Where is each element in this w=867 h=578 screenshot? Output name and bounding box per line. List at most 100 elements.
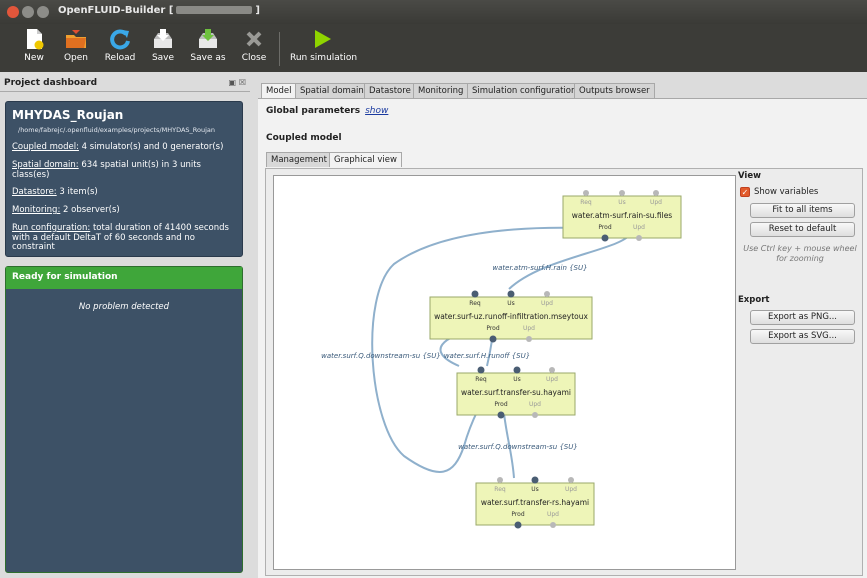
toolbar-separator <box>279 32 280 66</box>
dashboard-title: Project dashboard <box>4 78 98 88</box>
port-upd: Upd <box>529 401 541 408</box>
save-button[interactable]: Save <box>143 28 183 70</box>
window-maximize-button[interactable] <box>37 6 49 18</box>
save-label: Save <box>151 53 175 63</box>
reload-icon <box>110 29 130 50</box>
port-req: Req <box>469 300 481 307</box>
port-req: Req <box>580 199 592 206</box>
port-prod: Prod <box>494 401 508 408</box>
close-icon <box>246 31 262 47</box>
edge-label: water.surf.Q.downstream-su {SU} <box>458 443 578 451</box>
tab-monitoring[interactable]: Monitoring <box>413 83 469 98</box>
ready-status-header: Ready for simulation <box>6 267 242 289</box>
global-parameters: Global parameters show <box>266 106 388 116</box>
tab-simulation-configuration[interactable]: Simulation configuration <box>467 83 582 98</box>
export-svg-button[interactable]: Export as SVG... <box>750 329 855 344</box>
dock-controls[interactable]: ▣ ☒ <box>228 78 246 87</box>
run-simulation-label: Run simulation <box>290 53 358 63</box>
window-titlebar: OpenFLUID-Builder [] <box>0 0 867 24</box>
show-variables-checkbox[interactable]: ✓ Show variables <box>740 187 862 197</box>
datastore-value: 3 item(s) <box>56 187 98 198</box>
redacted-project-name <box>176 6 253 14</box>
save-as-icon <box>199 29 217 48</box>
port-upd: Upd <box>565 486 577 493</box>
port-upd: Upd <box>523 325 535 332</box>
save-icon <box>154 29 172 48</box>
graph-node[interactable]: Req Us Upd water.surf.transfer-rs.hayami… <box>475 476 595 529</box>
close-button[interactable]: Close <box>234 28 274 70</box>
tab-spatial-domain[interactable]: Spatial domain <box>295 83 369 98</box>
window-title: OpenFLUID-Builder [] <box>58 5 260 16</box>
new-file-icon <box>27 29 44 50</box>
port-upd: Upd <box>546 376 558 383</box>
tab-datastore[interactable]: Datastore <box>364 83 416 98</box>
global-parameters-label: Global parameters <box>266 106 361 116</box>
window-close-button[interactable] <box>7 6 19 18</box>
no-problem-message: No problem detected <box>78 302 170 312</box>
project-name: MHYDAS_Roujan <box>12 108 124 122</box>
monitoring-link[interactable]: Monitoring: <box>12 205 60 215</box>
reload-label: Reload <box>104 53 136 63</box>
port-upd: Upd <box>547 511 559 518</box>
run-configuration-link[interactable]: Run configuration: <box>12 223 90 233</box>
port-us: Us <box>618 199 626 206</box>
reset-to-default-button[interactable]: Reset to default <box>750 222 855 237</box>
spatial-domain-link[interactable]: Spatial domain: <box>12 160 79 170</box>
zoom-hint: Use Ctrl key + mouse wheel for zooming <box>743 244 857 263</box>
node-name: water.atm-surf.rain-su.files <box>572 211 673 220</box>
open-button[interactable]: Open <box>56 28 96 70</box>
graphical-view-frame: Req Us Upd water.atm-surf.rain-su.files … <box>265 168 863 576</box>
main-toolbar: New Open Reload Save Save as Close Run s… <box>0 24 867 72</box>
graph-node[interactable]: Req Us Upd water.surf.transfer-su.hayami… <box>456 366 576 419</box>
export-png-button[interactable]: Export as PNG... <box>750 310 855 325</box>
project-dashboard: Project dashboard ▣ ☒ MHYDAS_Roujan /hom… <box>0 76 250 578</box>
node-name: water.surf.transfer-rs.hayami <box>481 498 589 507</box>
tab-management[interactable]: Management <box>266 152 332 167</box>
tab-outputs-browser[interactable]: Outputs browser <box>574 83 655 98</box>
export-heading: Export <box>738 295 770 305</box>
port-prod: Prod <box>598 224 612 231</box>
fit-to-all-items-button[interactable]: Fit to all items <box>750 203 855 218</box>
close-label: Close <box>241 53 267 63</box>
save-as-label: Save as <box>190 53 226 63</box>
port-upd: Upd <box>650 199 662 206</box>
port-prod: Prod <box>486 325 500 332</box>
port-upd: Upd <box>541 300 553 307</box>
tab-model[interactable]: Model <box>261 83 297 99</box>
datastore-info: Datastore: 3 item(s) <box>12 187 236 198</box>
reload-button[interactable]: Reload <box>100 28 140 70</box>
save-as-button[interactable]: Save as <box>188 28 228 70</box>
coupled-model-heading: Coupled model <box>266 133 342 143</box>
spatial-domain-info: Spatial domain: 634 spatial unit(s) in 3… <box>12 160 236 181</box>
dashboard-header: Project dashboard ▣ ☒ <box>0 76 250 92</box>
view-heading: View <box>738 171 761 181</box>
new-label: New <box>24 53 44 63</box>
coupled-model-link[interactable]: Coupled model: <box>12 142 79 152</box>
run-simulation-button[interactable]: Run simulation <box>290 28 358 70</box>
tab-graphical-view[interactable]: Graphical view <box>329 152 402 167</box>
simulation-status-panel: Ready for simulation No problem detected <box>5 266 243 573</box>
edge-rain <box>508 230 634 290</box>
datastore-link[interactable]: Datastore: <box>12 187 57 197</box>
show-global-parameters-link[interactable]: show <box>365 106 388 116</box>
window-minimize-button[interactable] <box>22 6 34 18</box>
edge-label: water.atm-surf.H.rain {SU} <box>492 264 587 272</box>
port-req: Req <box>494 486 506 493</box>
coupled-model-info: Coupled model: 4 simulator(s) and 0 gene… <box>12 142 236 153</box>
monitoring-value: 2 observer(s) <box>60 205 120 216</box>
project-path: /home/fabrejc/.openfluid/examples/projec… <box>18 126 216 134</box>
edge-transfer <box>502 404 515 479</box>
node-name: water.surf.transfer-su.hayami <box>461 388 571 397</box>
port-us: Us <box>531 486 539 493</box>
model-tab-content: Global parameters show Coupled model Mana… <box>258 98 867 578</box>
new-button[interactable]: New <box>14 28 54 70</box>
graph-node[interactable]: Req Us Upd water.surf-uz.runoff-infiltra… <box>429 290 593 343</box>
edge-label: water.surf.H.runoff {SU} <box>444 352 530 360</box>
graph-node[interactable]: Req Us Upd water.atm-surf.rain-su.files … <box>562 190 682 242</box>
run-configuration-info: Run configuration: total duration of 414… <box>12 223 236 253</box>
open-label: Open <box>63 53 89 63</box>
model-graph-canvas[interactable]: Req Us Upd water.atm-surf.rain-su.files … <box>273 175 736 570</box>
open-folder-icon <box>66 30 86 48</box>
monitoring-info: Monitoring: 2 observer(s) <box>12 205 236 216</box>
export-panel: Export Export as PNG... Export as SVG... <box>738 295 862 344</box>
